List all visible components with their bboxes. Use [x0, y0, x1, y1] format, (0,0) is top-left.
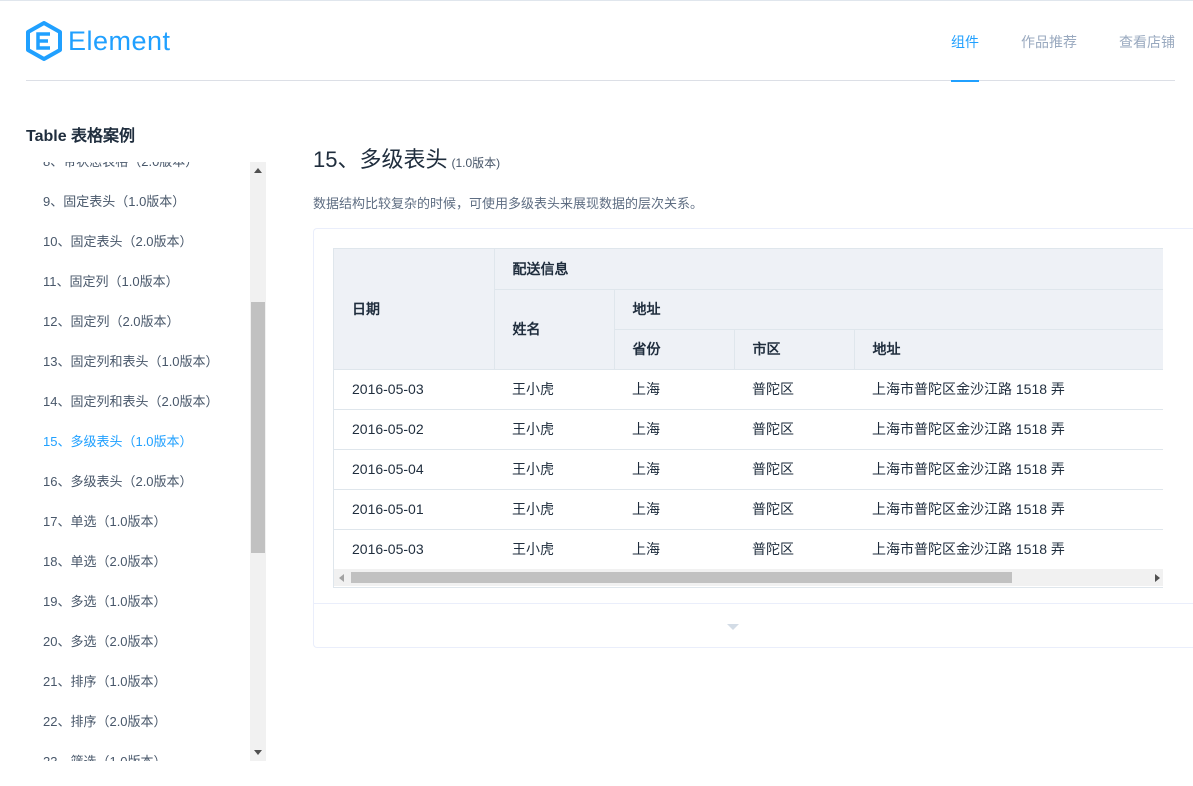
- th-city: 市区: [734, 329, 855, 370]
- sidebar-item[interactable]: 9、固定表头（1.0版本）: [26, 182, 250, 222]
- table-horizontal-scrollbar[interactable]: [334, 569, 1163, 586]
- cell-date: 2016-05-01: [334, 489, 494, 530]
- table-row: 2016-05-01 王小虎 上海 普陀区 上海市普陀区金沙江路 1518 弄: [334, 489, 1163, 530]
- table-scroll-thumb[interactable]: [351, 572, 1012, 583]
- th-address: 地址: [854, 329, 1163, 370]
- multi-header-table: 日期 配送信息 姓名 地址 省份 市区 地址 2016-05-03 王小虎 上海: [333, 248, 1163, 588]
- th-date: 日期: [334, 249, 495, 370]
- demo-code-toggle[interactable]: [314, 603, 1193, 648]
- sidebar-scroll-thumb[interactable]: [251, 302, 265, 553]
- sidebar-item[interactable]: 20、多选（2.0版本）: [26, 622, 250, 662]
- cell-date: 2016-05-02: [334, 409, 494, 450]
- caret-down-icon: [727, 624, 739, 630]
- nav-item-components[interactable]: 组件: [951, 1, 979, 82]
- sidebar-item[interactable]: 17、单选（1.0版本）: [26, 502, 250, 542]
- page-title-version: (1.0版本): [451, 156, 501, 170]
- th-address-group: 地址: [614, 289, 1163, 330]
- scroll-right-icon[interactable]: [1155, 574, 1160, 582]
- cell-city: 普陀区: [734, 369, 854, 410]
- cell-name: 王小虎: [494, 489, 614, 530]
- sidebar-item[interactable]: 12、固定列（2.0版本）: [26, 302, 250, 342]
- cell-address: 上海市普陀区金沙江路 1518 弄: [854, 409, 1163, 450]
- page-title-text: 15、多级表头: [313, 147, 448, 172]
- table-row: 2016-05-03 王小虎 上海 普陀区 上海市普陀区金沙江路 1518 弄: [334, 369, 1163, 410]
- cell-date: 2016-05-03: [334, 529, 494, 570]
- site-header: Element 组件 作品推荐 查看店铺: [26, 1, 1175, 82]
- cell-city: 普陀区: [734, 449, 854, 490]
- cell-name: 王小虎: [494, 529, 614, 570]
- scroll-up-icon[interactable]: [254, 168, 262, 173]
- nav-item-showcase[interactable]: 作品推荐: [1021, 1, 1077, 81]
- cell-province: 上海: [614, 489, 734, 530]
- nav-item-store[interactable]: 查看店铺: [1119, 1, 1175, 81]
- sidebar-scrollbar[interactable]: [250, 162, 266, 761]
- scroll-left-icon[interactable]: [339, 574, 344, 582]
- th-name: 姓名: [494, 289, 615, 370]
- cell-address: 上海市普陀区金沙江路 1518 弄: [854, 369, 1163, 410]
- cell-address: 上海市普陀区金沙江路 1518 弄: [854, 449, 1163, 490]
- cell-name: 王小虎: [494, 449, 614, 490]
- table-row: 2016-05-04 王小虎 上海 普陀区 上海市普陀区金沙江路 1518 弄: [334, 449, 1163, 490]
- sidebar-item[interactable]: 10、固定表头（2.0版本）: [26, 222, 250, 262]
- sidebar-item[interactable]: 16、多级表头（2.0版本）: [26, 462, 250, 502]
- cell-date: 2016-05-04: [334, 449, 494, 490]
- cell-city: 普陀区: [734, 409, 854, 450]
- sidebar-item[interactable]: 21、排序（1.0版本）: [26, 662, 250, 702]
- cell-address: 上海市普陀区金沙江路 1518 弄: [854, 489, 1163, 530]
- cell-province: 上海: [614, 449, 734, 490]
- cell-date: 2016-05-03: [334, 369, 494, 410]
- cell-address: 上海市普陀区金沙江路 1518 弄: [854, 529, 1163, 570]
- page-description: 数据结构比较复杂的时候，可使用多级表头来展现数据的层次关系。: [313, 196, 704, 211]
- demo-block: 日期 配送信息 姓名 地址 省份 市区 地址 2016-05-03 王小虎 上海: [313, 228, 1193, 648]
- sidebar-title: Table 表格案例: [26, 128, 136, 145]
- table-row: 2016-05-02 王小虎 上海 普陀区 上海市普陀区金沙江路 1518 弄: [334, 409, 1163, 450]
- cell-name: 王小虎: [494, 409, 614, 450]
- sidebar-item[interactable]: 13、固定列和表头（1.0版本）: [26, 342, 250, 382]
- cell-province: 上海: [614, 529, 734, 570]
- th-delivery: 配送信息: [494, 249, 1163, 290]
- sidebar-item[interactable]: 8、带状态表格（2.0版本）: [26, 162, 250, 182]
- cell-city: 普陀区: [734, 529, 854, 570]
- element-logo-icon: [26, 21, 62, 61]
- table-row: 2016-05-03 王小虎 上海 普陀区 上海市普陀区金沙江路 1518 弄: [334, 529, 1163, 570]
- sidebar-list: 8、带状态表格（2.0版本） 9、固定表头（1.0版本） 10、固定表头（2.0…: [26, 162, 250, 761]
- cell-province: 上海: [614, 369, 734, 410]
- sidebar-item[interactable]: 18、单选（2.0版本）: [26, 542, 250, 582]
- sidebar-item[interactable]: 19、多选（1.0版本）: [26, 582, 250, 622]
- sidebar-item[interactable]: 11、固定列（1.0版本）: [26, 262, 250, 302]
- logo-text: Element: [68, 25, 171, 56]
- cell-name: 王小虎: [494, 369, 614, 410]
- sidebar-item[interactable]: 22、排序（2.0版本）: [26, 702, 250, 742]
- cell-city: 普陀区: [734, 489, 854, 530]
- th-province: 省份: [614, 329, 735, 370]
- page-title: 15、多级表头 (1.0版本): [313, 142, 500, 174]
- sidebar-item-active[interactable]: 15、多级表头（1.0版本）: [26, 422, 250, 462]
- logo[interactable]: Element: [26, 21, 171, 61]
- cell-province: 上海: [614, 409, 734, 450]
- scroll-down-icon[interactable]: [254, 750, 262, 755]
- sidebar-item[interactable]: 14、固定列和表头（2.0版本）: [26, 382, 250, 422]
- top-nav: 组件 作品推荐 查看店铺: [909, 1, 1175, 82]
- sidebar-item[interactable]: 23、筛选（1.0版本）: [26, 742, 250, 761]
